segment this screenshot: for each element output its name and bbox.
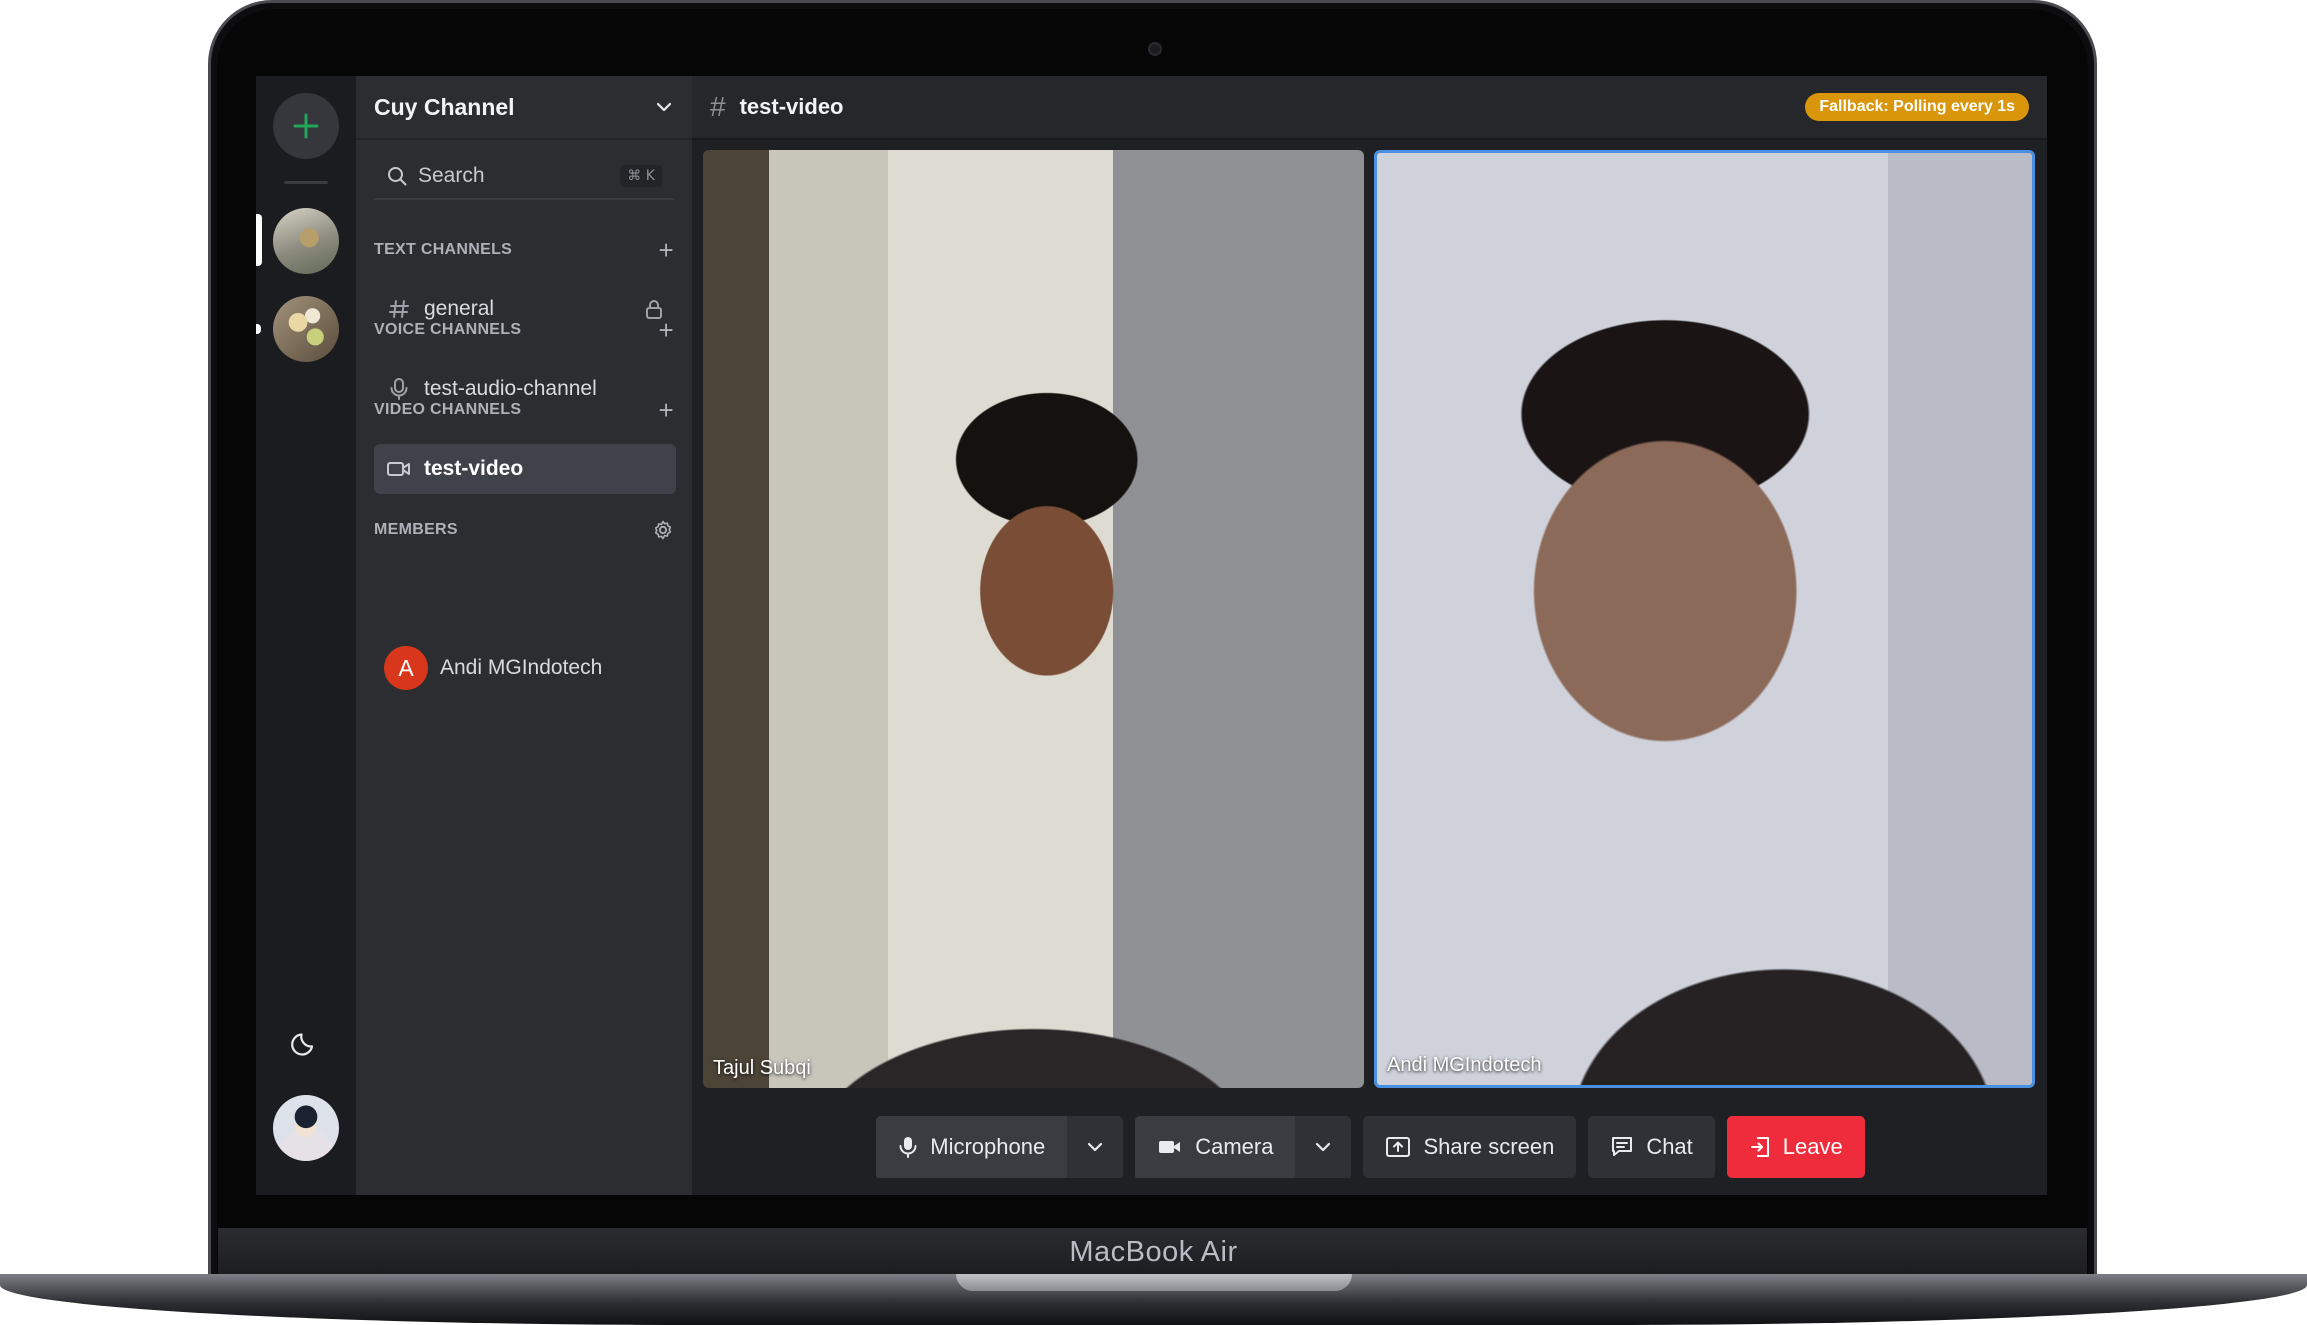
- microphone-label: Microphone: [930, 1134, 1046, 1159]
- participant-video-tile-active[interactable]: Andi MGIndotech: [1374, 150, 2035, 1088]
- settings-gear-icon[interactable]: [652, 519, 674, 541]
- search-button[interactable]: Search ⌘ K: [374, 154, 674, 200]
- laptop-hinge-notch: [956, 1274, 1352, 1291]
- server-avatar-2[interactable]: [273, 296, 339, 362]
- hash-icon: #: [710, 91, 726, 122]
- server-avatar-1[interactable]: [273, 208, 339, 274]
- call-controls: Microphone Camera Share screen Chat Leav…: [692, 1116, 2047, 1180]
- video-channels-header: VIDEO CHANNELS +: [374, 396, 674, 424]
- microphone-control-group: Microphone: [876, 1116, 1124, 1180]
- participant-name: Andi MGIndotech: [1387, 1054, 1542, 1076]
- microphone-options-button[interactable]: [1067, 1116, 1124, 1178]
- server-rail: [256, 76, 356, 1195]
- laptop-mockup: Cuy Channel Search ⌘ K TEXT CHANNELS + g…: [0, 0, 2307, 1325]
- chat-label: Chat: [1646, 1134, 1693, 1159]
- theme-toggle-moon-icon[interactable]: [290, 1026, 322, 1058]
- user-avatar[interactable]: [273, 1095, 339, 1161]
- member-avatar: A: [384, 646, 428, 690]
- server-name: Cuy Channel: [374, 93, 515, 120]
- leave-label: Leave: [1782, 1134, 1843, 1159]
- member-item[interactable]: A Andi MGIndotech: [384, 646, 602, 690]
- video-camera-icon: [1159, 1141, 1181, 1153]
- section-label: MEMBERS: [374, 521, 458, 538]
- camera-label: Camera: [1195, 1134, 1274, 1159]
- member-name: Andi MGIndotech: [440, 656, 603, 679]
- chat-icon: [1612, 1137, 1633, 1156]
- add-server-button[interactable]: [273, 93, 339, 159]
- search-icon: [388, 167, 407, 186]
- server-header[interactable]: Cuy Channel: [356, 76, 692, 140]
- channel-title: test-video: [739, 94, 844, 119]
- channel-sidebar: Cuy Channel Search ⌘ K TEXT CHANNELS + g…: [356, 76, 692, 1195]
- channel-topbar: # test-video Fallback: Polling every 1s: [692, 76, 2047, 140]
- camera-control-group: Camera: [1135, 1116, 1352, 1180]
- microphone-icon: [899, 1137, 917, 1158]
- share-screen-icon: [1386, 1137, 1411, 1157]
- add-video-channel-icon[interactable]: +: [659, 397, 674, 423]
- device-brand-label: MacBook Air: [1069, 1236, 1238, 1268]
- chevron-down-icon: [1088, 1142, 1103, 1152]
- chevron-down-icon: [656, 102, 672, 112]
- camera-options-button[interactable]: [1295, 1116, 1352, 1178]
- video-call-area: # test-video Fallback: Polling every 1s …: [692, 76, 2047, 1195]
- section-label: VIDEO CHANNELS: [374, 401, 522, 418]
- voice-channels-header: VOICE CHANNELS +: [374, 316, 674, 344]
- share-screen-button[interactable]: Share screen: [1363, 1116, 1577, 1178]
- webcam-dot: [1148, 42, 1162, 56]
- add-text-channel-icon[interactable]: +: [659, 237, 674, 263]
- section-label: VOICE CHANNELS: [374, 321, 522, 338]
- participant-video-tile[interactable]: Tajul Subqi: [703, 150, 1364, 1088]
- unread-indicator: [256, 324, 261, 334]
- rail-divider: [284, 181, 328, 184]
- share-screen-label: Share screen: [1423, 1134, 1555, 1159]
- app-window: Cuy Channel Search ⌘ K TEXT CHANNELS + g…: [256, 76, 2047, 1195]
- participant-name: Tajul Subqi: [713, 1057, 811, 1079]
- text-channels-header: TEXT CHANNELS +: [374, 236, 674, 264]
- status-badge: Fallback: Polling every 1s: [1805, 93, 2029, 121]
- chevron-down-icon: [1316, 1142, 1331, 1152]
- plus-icon: [293, 113, 319, 139]
- channel-test-video[interactable]: test-video: [374, 444, 676, 494]
- leave-icon: [1750, 1137, 1769, 1157]
- section-label: TEXT CHANNELS: [374, 241, 513, 258]
- channel-label: test-video: [424, 457, 524, 480]
- add-voice-channel-icon[interactable]: +: [659, 317, 674, 343]
- members-header: MEMBERS: [374, 516, 674, 544]
- video-camera-icon: [386, 459, 412, 479]
- search-label: Search: [418, 164, 485, 187]
- search-shortcut: ⌘ K: [620, 165, 662, 187]
- leave-button[interactable]: Leave: [1726, 1116, 1865, 1178]
- camera-button[interactable]: Camera: [1135, 1116, 1296, 1178]
- chat-button[interactable]: Chat: [1588, 1116, 1715, 1178]
- active-server-indicator: [256, 214, 262, 266]
- microphone-button[interactable]: Microphone: [876, 1116, 1068, 1178]
